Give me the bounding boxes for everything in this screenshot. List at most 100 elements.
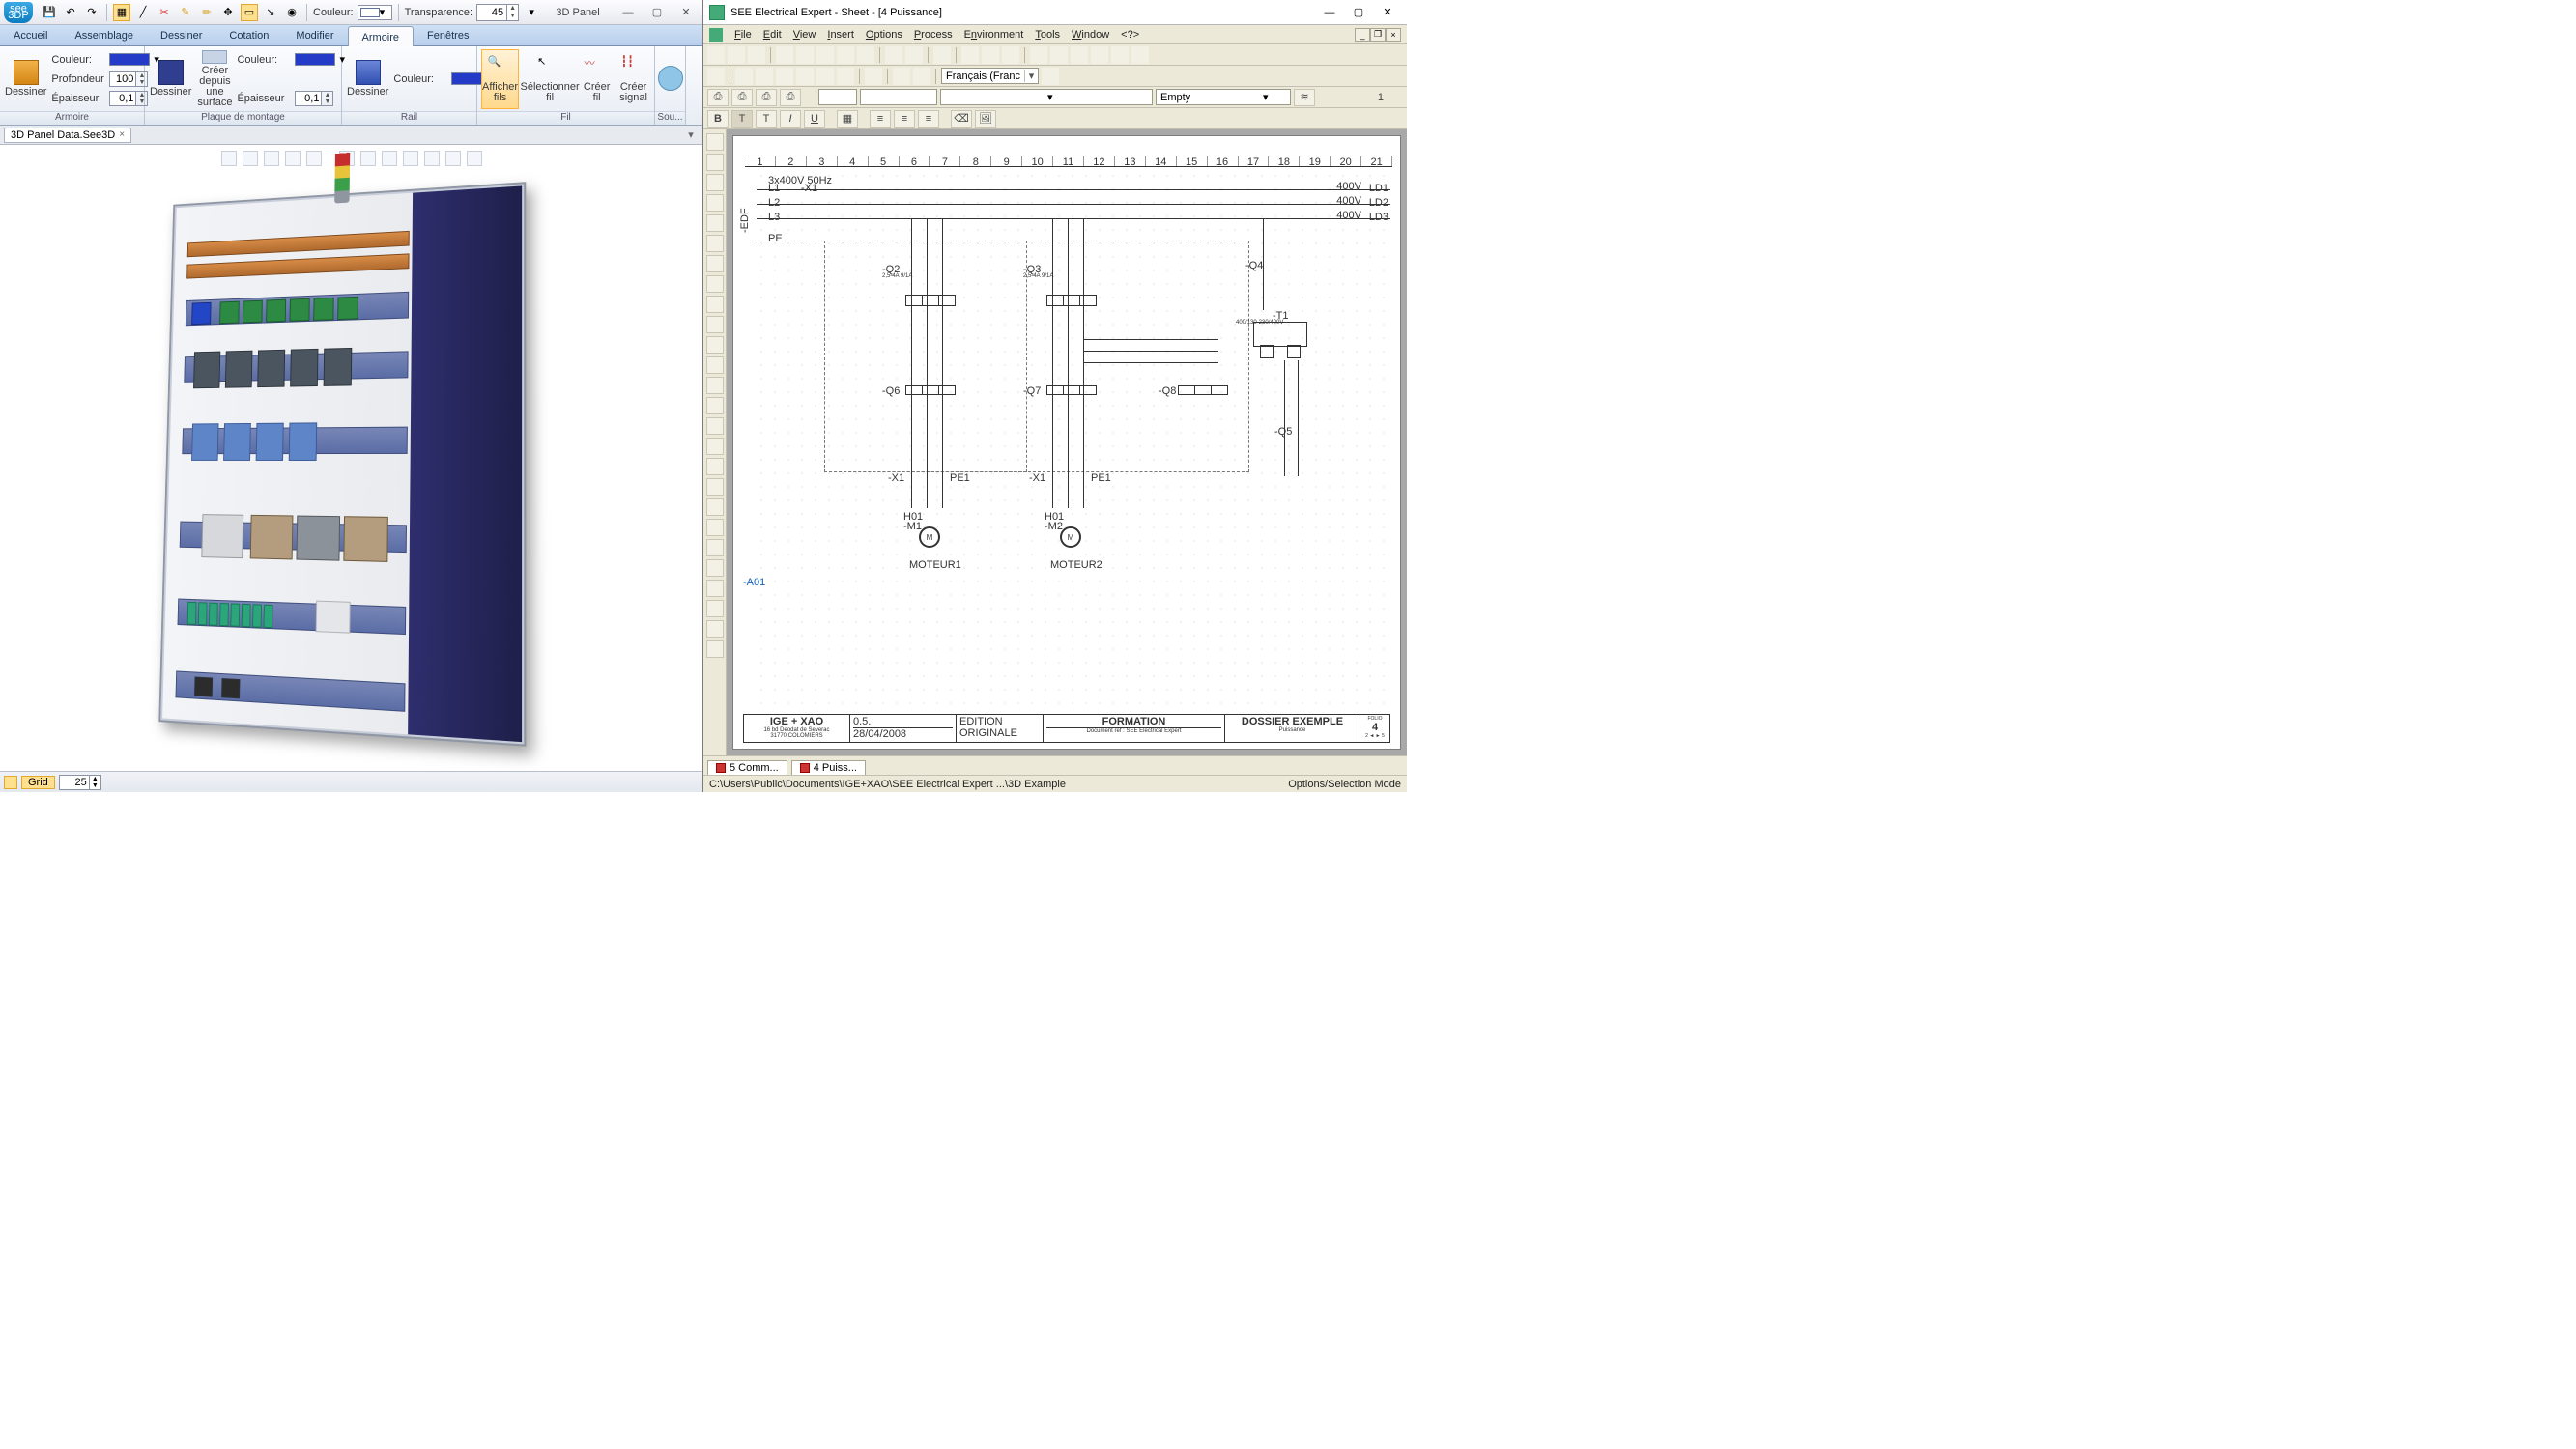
- tb-ref-icon[interactable]: [982, 46, 999, 64]
- qat-undo-icon[interactable]: ↶: [62, 4, 79, 21]
- app-logo[interactable]: see3DP: [4, 2, 33, 23]
- tab-dessiner[interactable]: Dessiner: [147, 25, 215, 45]
- align-center-button[interactable]: ≡: [894, 110, 915, 128]
- doc-tabs-dropdown[interactable]: ▾: [683, 128, 699, 141]
- plaque-creer-button[interactable]: Créer depuis une surface: [196, 49, 233, 109]
- tb-cut-icon[interactable]: [816, 46, 834, 64]
- vt-wire-icon[interactable]: [706, 296, 724, 313]
- qat-transparence-input[interactable]: [477, 5, 506, 20]
- fit-icon[interactable]: [306, 151, 322, 166]
- tb-tools-icon[interactable]: [1091, 46, 1108, 64]
- qat-more-icon[interactable]: ▾: [523, 4, 540, 21]
- tab-cotation[interactable]: Cotation: [215, 25, 282, 45]
- tb-dim-icon[interactable]: [776, 68, 793, 85]
- vt-ungroup-icon[interactable]: [706, 438, 724, 455]
- grid-icon[interactable]: [4, 776, 17, 789]
- tab-modifier[interactable]: Modifier: [282, 25, 347, 45]
- menu-file[interactable]: File: [734, 29, 752, 41]
- menu-help[interactable]: <?>: [1121, 29, 1139, 41]
- tb-label-icon[interactable]: [865, 68, 882, 85]
- tb-paste-icon[interactable]: [857, 46, 874, 64]
- tb-style-icon[interactable]: ≋: [1294, 89, 1315, 106]
- maximize-button[interactable]: ▢: [644, 4, 670, 21]
- sheet-tab-5[interactable]: 5 Comm...: [707, 760, 787, 775]
- tb-redo-icon[interactable]: [905, 46, 923, 64]
- insert-pic-button[interactable]: 🖼: [975, 110, 996, 128]
- tb-snap-icon[interactable]: [756, 68, 773, 85]
- plaque-couleur-combo[interactable]: [295, 53, 335, 66]
- vt-rotate-icon[interactable]: [706, 478, 724, 496]
- tb-open-icon[interactable]: [728, 46, 745, 64]
- qat-select-icon[interactable]: ▭: [241, 4, 258, 21]
- afficher-fils-button[interactable]: 🔍 Afficher fils: [481, 49, 519, 109]
- combo-2[interactable]: ▾: [860, 89, 937, 105]
- pan-icon[interactable]: [264, 151, 279, 166]
- mdi-minimize[interactable]: _: [1355, 28, 1370, 42]
- tb-misc-icon[interactable]: [1042, 68, 1059, 85]
- tb-print2-icon[interactable]: ⎙: [731, 89, 753, 106]
- view-top-icon[interactable]: [424, 151, 440, 166]
- tb-print3-icon[interactable]: ⎙: [756, 89, 777, 106]
- menu-tools[interactable]: Tools: [1035, 29, 1060, 41]
- tb-undo-icon[interactable]: [885, 46, 902, 64]
- qat-globe-icon[interactable]: ◉: [283, 4, 301, 21]
- grid-toggle[interactable]: Grid: [21, 776, 55, 789]
- tb-new-icon[interactable]: [707, 46, 725, 64]
- plaque-dessiner-button[interactable]: Dessiner: [149, 49, 192, 109]
- qat-redo-icon[interactable]: ↷: [83, 4, 100, 21]
- qat-pencil-icon[interactable]: ✎: [177, 4, 194, 21]
- vt-circle-icon[interactable]: [706, 194, 724, 212]
- underline-button[interactable]: U: [804, 110, 825, 128]
- vt-term-icon[interactable]: [706, 336, 724, 354]
- selectionner-fil-button[interactable]: ↖ Sélectionner fil: [523, 49, 577, 109]
- vt-zoom-icon[interactable]: [706, 559, 724, 577]
- vt-arc-icon[interactable]: [706, 214, 724, 232]
- minimize-button[interactable]: —: [615, 4, 641, 21]
- zoom-out-icon[interactable]: [243, 151, 258, 166]
- combo-1[interactable]: ▾: [818, 89, 857, 105]
- combo-3[interactable]: ▾: [940, 89, 1153, 105]
- vt-text-icon[interactable]: [706, 255, 724, 272]
- clear-button[interactable]: ⌫: [951, 110, 972, 128]
- tb-ortho-icon[interactable]: [735, 68, 753, 85]
- menu-edit[interactable]: Edit: [763, 29, 782, 41]
- vt-del-icon[interactable]: [706, 539, 724, 556]
- vt-symbol-icon[interactable]: [706, 316, 724, 333]
- view-back-icon[interactable]: [360, 151, 376, 166]
- vt-explode-icon[interactable]: [706, 600, 724, 617]
- tb-sheet-icon[interactable]: [776, 46, 793, 64]
- profondeur-spinner[interactable]: ▲▼: [109, 71, 148, 87]
- qat-couleur-combo[interactable]: ▾: [358, 5, 392, 20]
- vt-rect-icon[interactable]: [706, 174, 724, 191]
- epaisseur-input[interactable]: [110, 92, 135, 105]
- grid-spinner[interactable]: ▲▼: [59, 775, 101, 790]
- plaque-epaisseur-input[interactable]: [296, 92, 321, 105]
- vt-stack-icon[interactable]: [706, 620, 724, 638]
- tb-db-icon[interactable]: [1002, 46, 1019, 64]
- vt-conn-icon[interactable]: [706, 377, 724, 394]
- tb-layers-icon[interactable]: [1050, 46, 1068, 64]
- tb-print1-icon[interactable]: ⎙: [707, 89, 729, 106]
- vt-pointer-icon[interactable]: [706, 133, 724, 151]
- armoire-dessiner-button[interactable]: Dessiner: [4, 49, 47, 109]
- bold-button[interactable]: B: [707, 110, 729, 128]
- text2-button[interactable]: T: [756, 110, 777, 128]
- rail-dessiner-button[interactable]: Dessiner: [346, 49, 389, 109]
- qat-line-icon[interactable]: ╱: [134, 4, 152, 21]
- qat-transparence-spinner[interactable]: ▲▼: [476, 4, 519, 21]
- document-tab[interactable]: 3D Panel Data.See3D ×: [4, 128, 131, 143]
- tab-accueil[interactable]: Accueil: [0, 25, 61, 45]
- tb-conn-icon[interactable]: [816, 68, 834, 85]
- vt-poly-icon[interactable]: [706, 235, 724, 252]
- vt-part-icon[interactable]: [706, 397, 724, 414]
- close-tab-icon[interactable]: ×: [119, 129, 125, 140]
- qat-cut-icon[interactable]: ✂: [156, 4, 173, 21]
- menu-environment[interactable]: Environment: [964, 29, 1024, 41]
- tb-nav-icon[interactable]: [1071, 46, 1088, 64]
- vt-mirror-icon[interactable]: [706, 458, 724, 475]
- creer-fil-button[interactable]: 〰 Créer fil: [581, 49, 613, 109]
- tb-print4-icon[interactable]: ⎙: [780, 89, 801, 106]
- text-button[interactable]: T: [731, 110, 753, 128]
- tb-grid-icon[interactable]: [707, 68, 725, 85]
- zoom-in-icon[interactable]: [221, 151, 237, 166]
